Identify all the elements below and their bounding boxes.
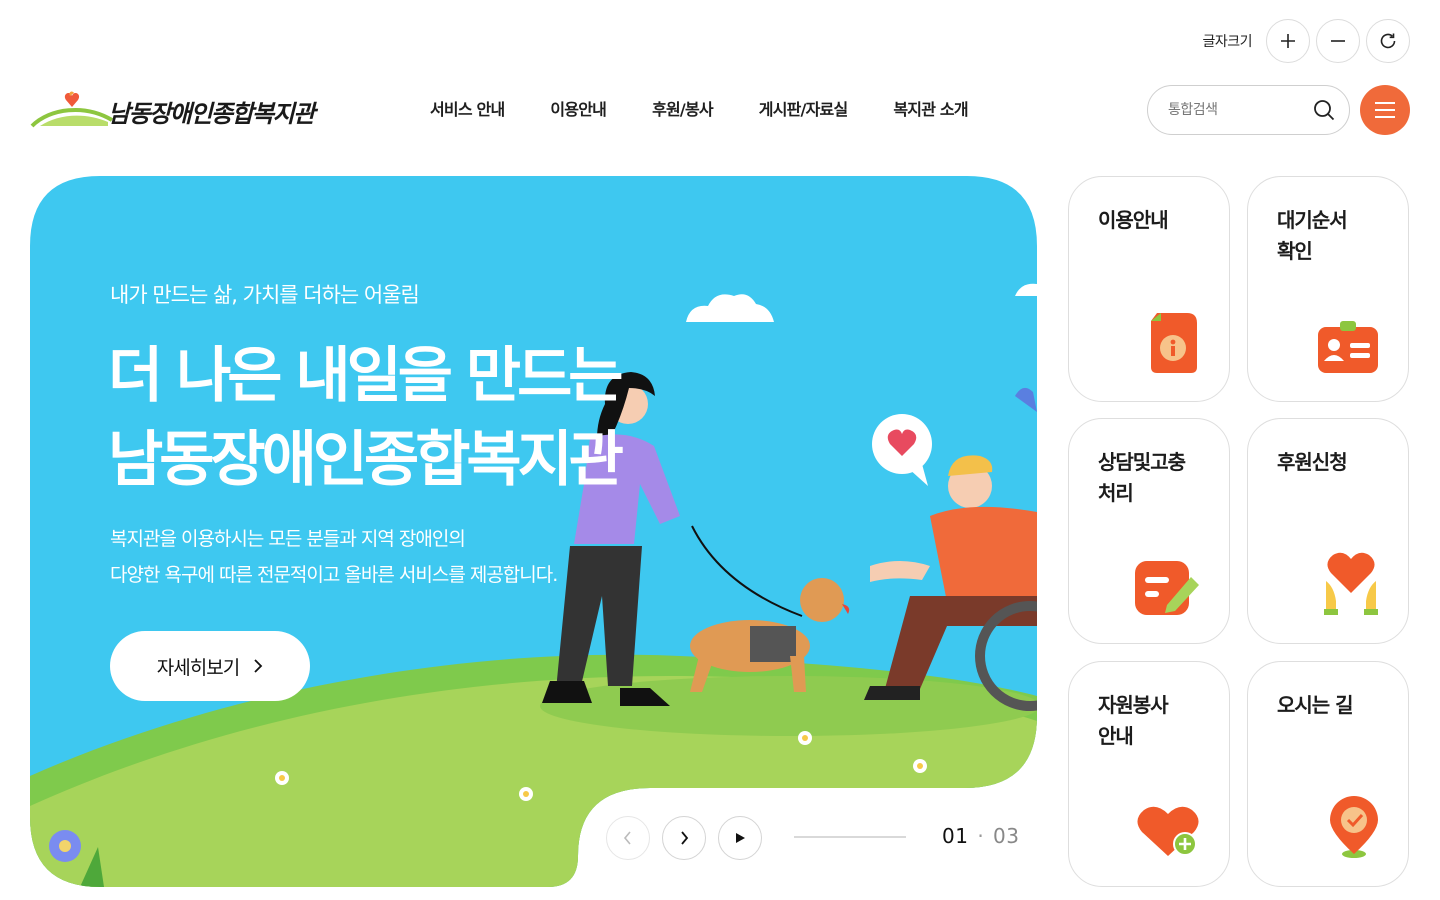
hero-desc-line2: 다양한 욕구에 따른 전문적이고 올바른 서비스를 제공합니다. <box>110 564 558 586</box>
minus-icon <box>1331 40 1345 42</box>
font-size-controls: 글자크기 <box>1202 19 1410 63</box>
pager-current: 01 <box>942 824 969 848</box>
tile-usage-guide[interactable]: 이용안내 <box>1068 176 1230 402</box>
hamburger-icon <box>1375 102 1395 118</box>
menu-button[interactable] <box>1360 85 1410 135</box>
refresh-icon <box>1380 33 1396 49</box>
location-pin-icon <box>1330 796 1378 858</box>
heart-plus-icon <box>1137 806 1199 856</box>
hero-title: 더 나은 내일을 만드는 남동장애인종합복지관 <box>108 334 624 502</box>
info-document-icon <box>1151 313 1197 373</box>
hero-banner: 내가 만드는 삶, 가치를 더하는 어울림 더 나은 내일을 만드는 남동장애인… <box>30 176 1037 887</box>
nav-about[interactable]: 복지관 소개 <box>893 96 968 120</box>
tile-donation[interactable]: 후원신청 <box>1247 418 1409 644</box>
nav-donation-volunteer[interactable]: 후원/봉사 <box>652 96 714 120</box>
slide-play-button[interactable] <box>718 816 762 860</box>
pager-total: 03 <box>993 824 1020 848</box>
slide-prev-button[interactable] <box>606 816 650 860</box>
tile-label: 대기순서 확인 <box>1277 208 1348 263</box>
slider-controls <box>606 816 762 860</box>
main-navigation: 서비스 안내 이용안내 후원/봉사 게시판/자료실 복지관 소개 <box>430 96 969 120</box>
search-icon <box>1314 100 1335 121</box>
chevron-left-icon <box>623 831 631 845</box>
font-size-label: 글자크기 <box>1202 34 1252 50</box>
play-icon <box>736 833 745 843</box>
more-button[interactable]: 자세히보기 <box>110 631 310 701</box>
tile-label: 자원봉사 안내 <box>1098 693 1169 748</box>
tile-waiting-order[interactable]: 대기순서 확인 <box>1247 176 1409 402</box>
font-increase-button[interactable] <box>1266 19 1310 63</box>
logo-text: 남동장애인종합복지관 <box>108 99 315 128</box>
font-reset-button[interactable] <box>1366 19 1410 63</box>
nav-services[interactable]: 서비스 안내 <box>430 96 505 120</box>
search-input[interactable] <box>1168 102 1298 118</box>
hero-desc-line1: 복지관을 이용하시는 모든 분들과 지역 장애인의 <box>110 528 466 550</box>
tile-counseling[interactable]: 상담및고충 처리 <box>1068 418 1230 644</box>
hero-description: 복지관을 이용하시는 모든 분들과 지역 장애인의 다양한 욕구에 따른 전문적… <box>110 521 558 593</box>
pager-separator: · <box>977 824 985 848</box>
nav-board-archive[interactable]: 게시판/자료실 <box>759 96 848 120</box>
logo-hill-icon <box>30 91 114 128</box>
id-card-icon <box>1318 321 1378 373</box>
nav-usage-guide[interactable]: 이용안내 <box>550 96 606 120</box>
tile-volunteer[interactable]: 자원봉사 안내 <box>1068 661 1230 887</box>
tile-label: 오시는 길 <box>1277 693 1354 717</box>
hero-title-line2: 남동장애인종합복지관 <box>108 425 624 495</box>
site-logo[interactable]: 남동장애인종합복지관 <box>30 86 330 132</box>
hero-title-line1: 더 나은 내일을 만드는 <box>108 341 623 411</box>
search-button[interactable] <box>1313 99 1335 121</box>
slide-progress-bar <box>794 836 906 838</box>
more-button-label: 자세히보기 <box>156 656 240 679</box>
slide-pager: 01 · 03 <box>942 824 1019 848</box>
tile-label: 상담및고충 처리 <box>1098 450 1186 505</box>
plus-icon <box>1281 34 1295 48</box>
hero-subtitle: 내가 만드는 삶, 가치를 더하는 어울림 <box>110 283 420 307</box>
font-decrease-button[interactable] <box>1316 19 1360 63</box>
edit-note-icon <box>1135 561 1199 615</box>
tile-directions[interactable]: 오시는 길 <box>1247 661 1409 887</box>
chevron-right-icon <box>681 831 689 845</box>
slide-next-button[interactable] <box>662 816 706 860</box>
search-box <box>1147 85 1350 135</box>
tile-label: 후원신청 <box>1277 450 1348 474</box>
tile-label: 이용안내 <box>1098 208 1169 232</box>
heart-hands-icon <box>1324 552 1378 615</box>
chevron-right-icon <box>254 659 263 673</box>
